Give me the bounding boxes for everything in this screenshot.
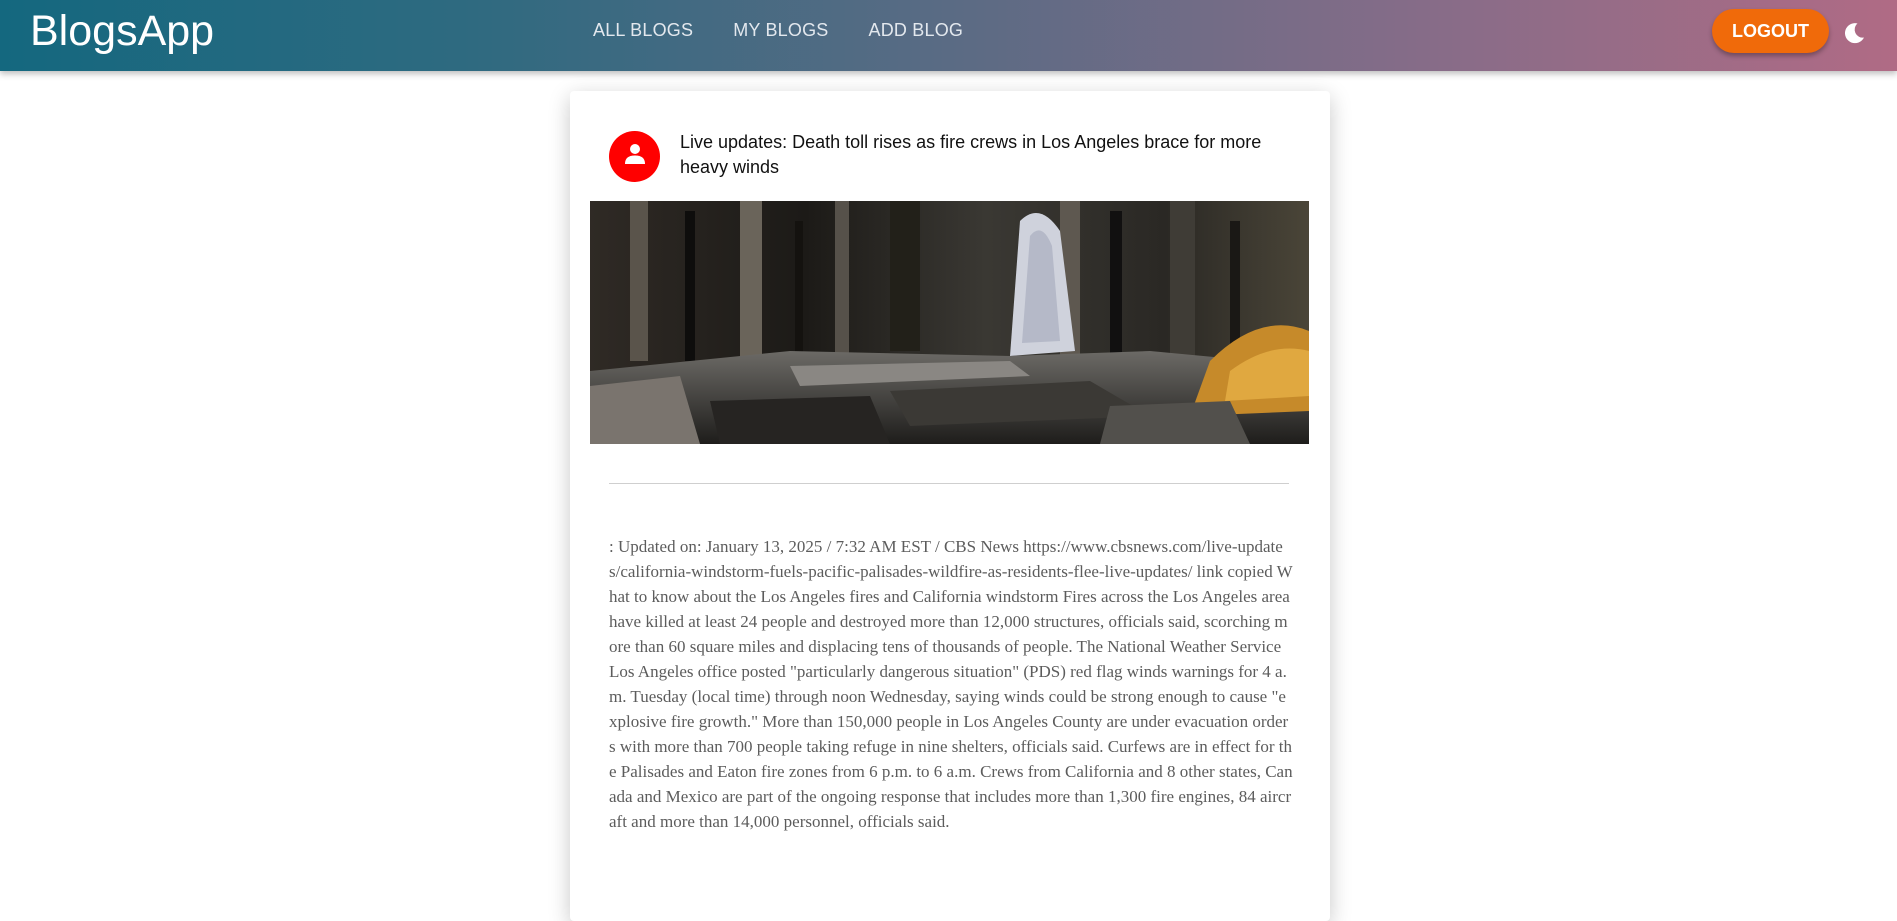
nav-add-blog[interactable]: ADD BLOG: [869, 19, 964, 41]
divider: [609, 483, 1289, 484]
app-title[interactable]: BlogsApp: [30, 6, 214, 56]
nav-all-blogs[interactable]: ALL BLOGS: [593, 19, 693, 41]
logout-button[interactable]: LOGOUT: [1712, 9, 1829, 53]
moon-icon[interactable]: [1841, 20, 1867, 46]
nav-my-blogs[interactable]: MY BLOGS: [733, 19, 828, 41]
avatar: [609, 131, 660, 182]
main-nav: ALL BLOGS MY BLOGS ADD BLOG: [593, 19, 963, 41]
person-icon: [622, 141, 648, 172]
post-body: : Updated on: January 13, 2025 / 7:32 AM…: [609, 537, 1293, 831]
blog-card: Live updates: Death toll rises as fire c…: [570, 91, 1330, 921]
post-image: [590, 201, 1309, 444]
app-bar: BlogsApp ALL BLOGS MY BLOGS ADD BLOG LOG…: [0, 0, 1897, 71]
post-title: Live updates: Death toll rises as fire c…: [680, 132, 1262, 177]
